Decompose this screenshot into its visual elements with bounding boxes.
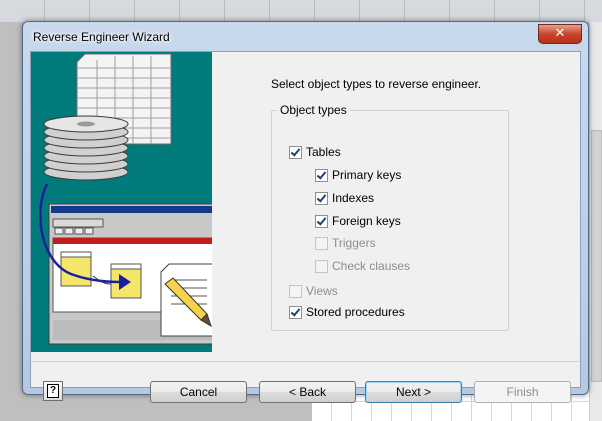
tables-checkbox[interactable] [289, 145, 302, 159]
help-button[interactable]: ? [43, 381, 63, 401]
foreign-keys-label: Foreign keys [332, 214, 401, 228]
button-separator [31, 361, 580, 362]
check-clauses-checkbox-row: Check clauses [315, 258, 410, 274]
stored-procedures-checkbox-row[interactable]: Stored procedures [289, 304, 405, 320]
background-toolbar-separators [0, 0, 602, 22]
primary-keys-checkbox[interactable] [315, 168, 328, 182]
triggers-label: Triggers [332, 236, 376, 250]
close-icon: ✕ [554, 26, 566, 41]
dialog-body: Select object types to reverse engineer.… [30, 51, 581, 403]
instruction-text: Select object types to reverse engineer. [271, 77, 482, 91]
indexes-label: Indexes [332, 191, 375, 205]
cancel-button[interactable]: Cancel [150, 381, 247, 403]
disk-stack-icon [43, 115, 129, 181]
object-types-caption: Object types [277, 103, 350, 117]
document-pencil-icon [160, 263, 212, 337]
stored-procedures-label: Stored procedures [306, 305, 405, 319]
background-scrollbar-thumb[interactable] [591, 130, 602, 382]
primary-keys-label: Primary keys [332, 168, 402, 182]
illustration-graphic [39, 53, 212, 345]
wizard-dialog: Reverse Engineer Wizard ✕ Select object … [22, 21, 589, 403]
views-label: Views [306, 284, 338, 298]
help-icon: ? [47, 384, 59, 398]
title-bar[interactable]: Reverse Engineer Wizard ✕ [23, 22, 588, 50]
check-clauses-label: Check clauses [332, 259, 411, 273]
triggers-checkbox-row: Triggers [315, 235, 376, 251]
tables-checkbox-row[interactable]: Tables [289, 144, 341, 160]
primary-keys-checkbox-row[interactable]: Primary keys [315, 167, 401, 183]
triggers-checkbox [315, 236, 328, 250]
tables-label: Tables [306, 145, 341, 159]
close-button[interactable]: ✕ [538, 24, 582, 44]
back-button[interactable]: < Back [259, 381, 356, 403]
window-title: Reverse Engineer Wizard [33, 30, 170, 44]
database-wizard-illustration [31, 52, 212, 352]
foreign-keys-checkbox[interactable] [315, 214, 328, 228]
foreign-keys-checkbox-row[interactable]: Foreign keys [315, 213, 401, 229]
views-checkbox-row: Views [289, 283, 338, 299]
finish-button: Finish [474, 381, 571, 403]
check-clauses-checkbox [315, 259, 328, 273]
indexes-checkbox[interactable] [315, 191, 328, 205]
stored-procedures-checkbox[interactable] [289, 305, 302, 319]
indexes-checkbox-row[interactable]: Indexes [315, 190, 374, 206]
next-button[interactable]: Next > [365, 381, 462, 403]
views-checkbox [289, 284, 302, 298]
